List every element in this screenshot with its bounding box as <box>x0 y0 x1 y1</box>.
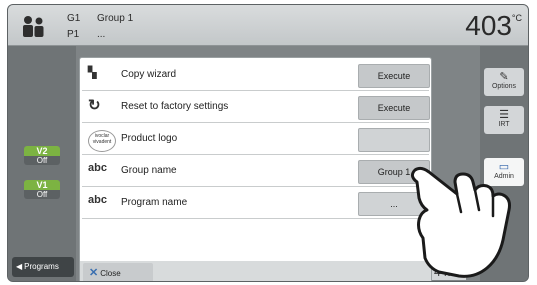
program-name-label: Program name <box>121 197 188 208</box>
program-name: ... <box>97 29 106 40</box>
reset-factory-execute-button[interactable]: Execute <box>358 96 430 120</box>
temperature-unit: °C <box>511 13 522 23</box>
reset-icon: ↻ <box>88 97 101 114</box>
close-icon: ✕ <box>89 267 99 279</box>
v1-indicator[interactable]: V1 Off <box>24 180 60 204</box>
temperature-readout: 403 <box>465 10 512 41</box>
v1-state: Off <box>24 190 60 199</box>
status-bar: G1 Group 1 P1 ... 403 °C <box>8 5 528 46</box>
group-code: G1 <box>67 13 81 24</box>
programs-label: Programs <box>24 262 59 271</box>
left-panel: V2 Off V1 Off ◀ Programs <box>8 46 76 281</box>
list-item-reset-factory: ↻ Reset to factory settings Execute <box>82 93 430 123</box>
list-item-program-name: abc Program name ... <box>82 189 430 219</box>
v2-indicator[interactable]: V2 Off <box>24 146 60 170</box>
admin-dialog: ▚ Copy wizard Execute ↻ Reset to factory… <box>79 57 432 281</box>
reset-factory-label: Reset to factory settings <box>121 101 229 112</box>
people-icon <box>23 16 44 37</box>
group-name-label: Group name <box>121 165 177 176</box>
product-logo-button[interactable] <box>358 128 430 152</box>
list-item-product-logo: ivoclar vivadent Product logo <box>82 125 430 155</box>
list-item-copy-wizard: ▚ Copy wizard Execute <box>82 61 430 91</box>
v2-state: Off <box>24 156 60 165</box>
options-button[interactable]: ✎ Options <box>484 68 524 96</box>
dialog-footer: ✕ Close <box>80 261 431 281</box>
abc-icon: abc <box>88 194 107 206</box>
irt-button[interactable]: ☰ IRT <box>484 106 524 134</box>
irt-icon: ☰ <box>499 109 509 121</box>
v1-label: V1 <box>24 180 60 190</box>
list-item-group-name: abc Group name Group 1 <box>82 157 430 187</box>
close-label: Close <box>100 269 121 278</box>
group-name: Group 1 <box>97 13 134 24</box>
abc-icon: abc <box>88 162 107 174</box>
product-logo-label: Product logo <box>121 133 178 144</box>
pointing-hand-icon <box>410 166 511 278</box>
back-arrow-icon: ◀ <box>16 262 23 271</box>
irt-label: IRT <box>498 121 510 128</box>
close-button[interactable]: ✕ Close <box>83 263 153 281</box>
options-label: Options <box>491 83 517 90</box>
copy-wizard-execute-button[interactable]: Execute <box>358 64 430 88</box>
ivoclar-logo-icon: ivoclar vivadent <box>88 130 116 152</box>
program-code: P1 <box>67 29 80 40</box>
copy-icon: ▚ <box>88 67 97 79</box>
pen-icon: ✎ <box>499 71 509 83</box>
copy-wizard-label: Copy wizard <box>121 69 177 80</box>
programs-button[interactable]: ◀ Programs <box>12 257 74 277</box>
v2-label: V2 <box>24 146 60 156</box>
